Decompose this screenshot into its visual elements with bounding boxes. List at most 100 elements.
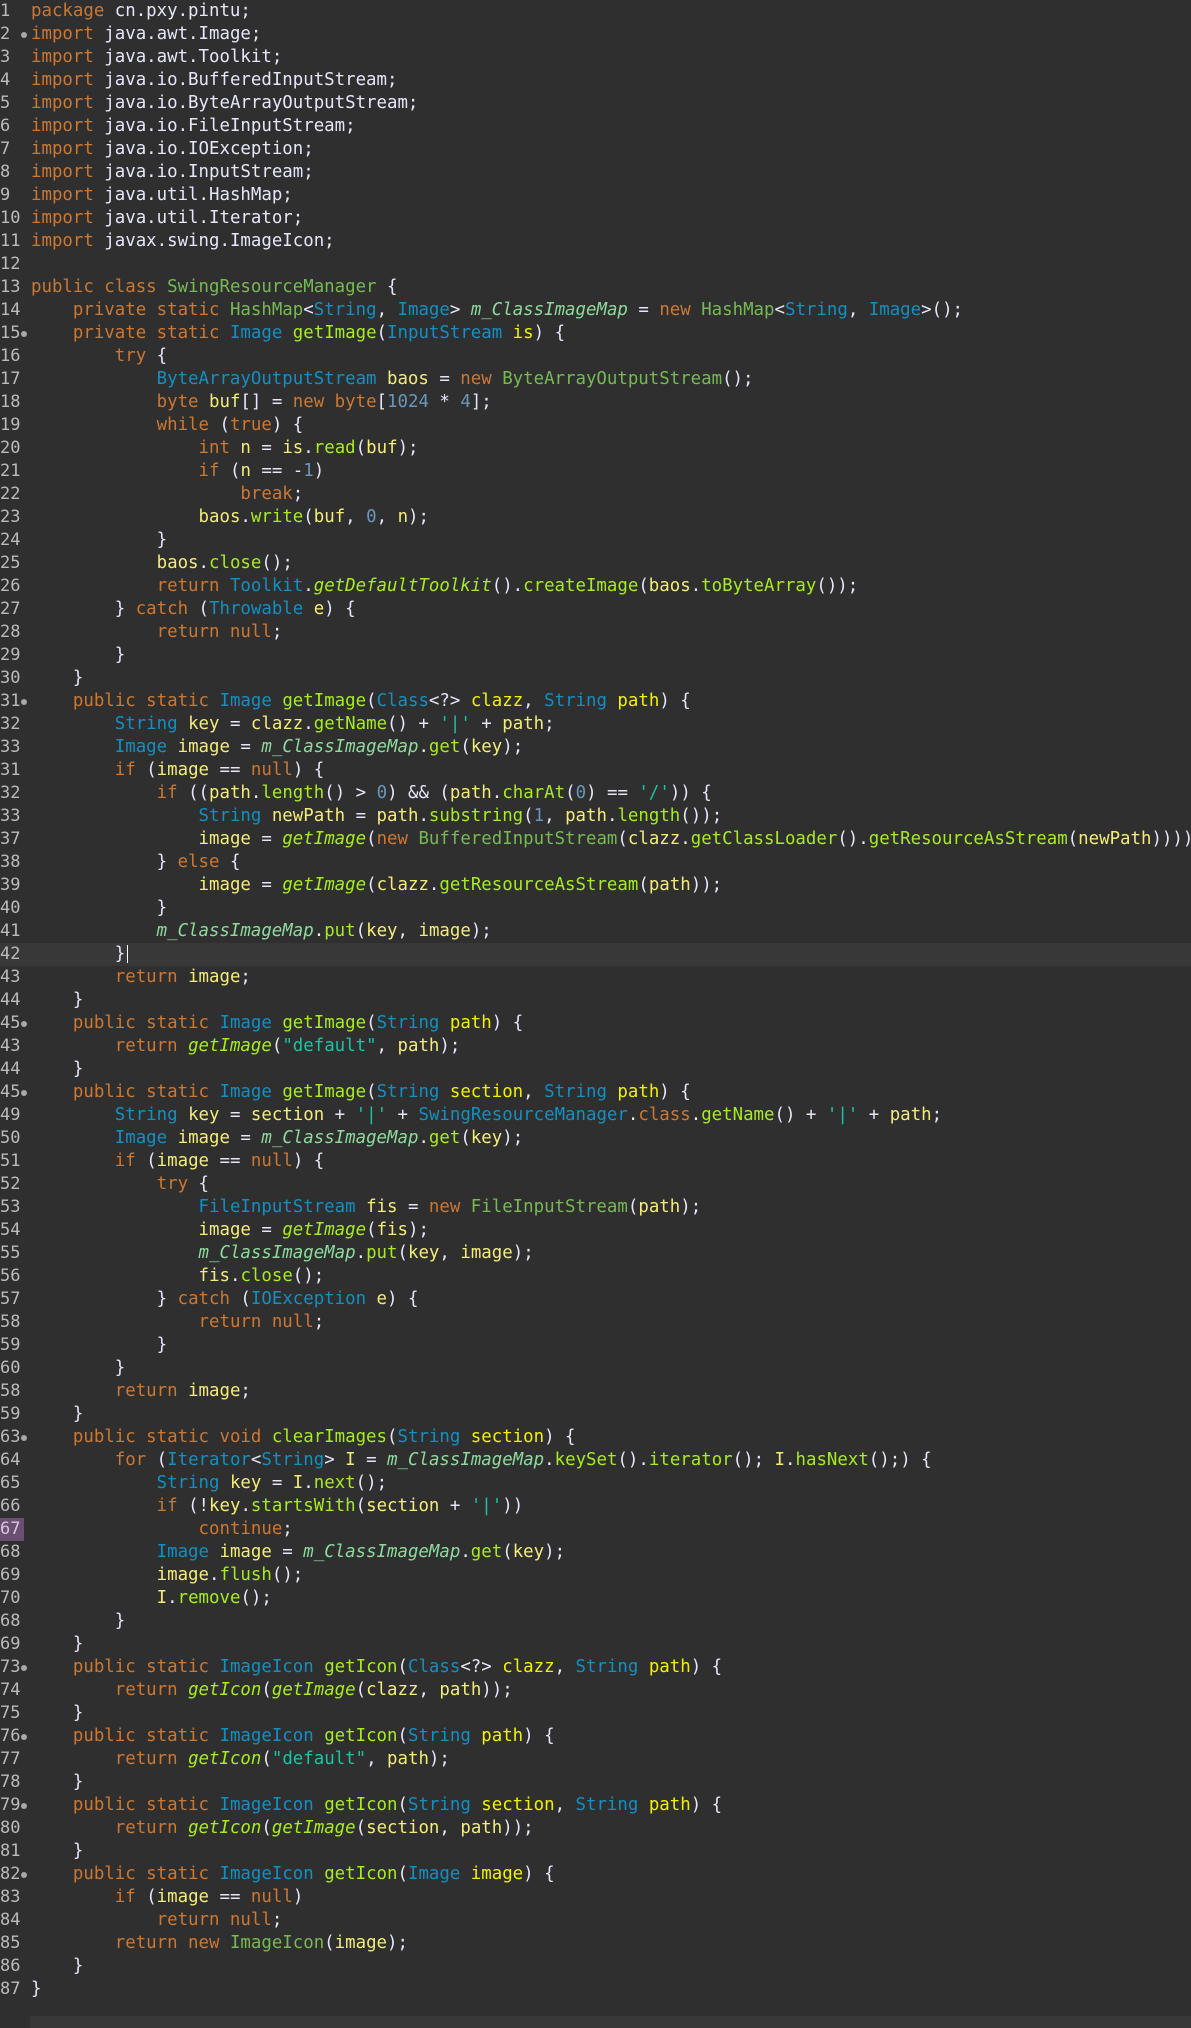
fold-marker-icon[interactable]: [21, 699, 27, 705]
code-line[interactable]: 67 continue;: [0, 1518, 1191, 1541]
code-line[interactable]: 29 }: [0, 644, 1191, 667]
code-line[interactable]: 75 }: [0, 1702, 1191, 1725]
code-line[interactable]: 38 } else {: [0, 851, 1191, 874]
fold-marker-icon[interactable]: [21, 1665, 27, 1671]
code-line[interactable]: 41 m_ClassImageMap.put(key, image);: [0, 920, 1191, 943]
code-line[interactable]: 32 if ((path.length() > 0) && (path.char…: [0, 782, 1191, 805]
code-line[interactable]: 79 public static ImageIcon getIcon(Strin…: [0, 1794, 1191, 1817]
code-line[interactable]: 87}: [0, 1978, 1191, 2001]
code-line[interactable]: 1 package cn.pxy.pintu;: [0, 0, 1191, 23]
code-line[interactable]: 85 return new ImageIcon(image);: [0, 1932, 1191, 1955]
code-line[interactable]: 43 return getImage("default", path);: [0, 1035, 1191, 1058]
code-line[interactable]: 37 image = getImage(new BufferedInputStr…: [0, 828, 1191, 851]
code-line[interactable]: 21 if (n == -1): [0, 460, 1191, 483]
code-line[interactable]: 70 I.remove();: [0, 1587, 1191, 1610]
code-line[interactable]: 7 import java.io.IOException;: [0, 138, 1191, 161]
code-line[interactable]: 16 try {: [0, 345, 1191, 368]
code-line[interactable]: 10 import java.util.Iterator;: [0, 207, 1191, 230]
code-line[interactable]: 3 import java.awt.Toolkit;: [0, 46, 1191, 69]
code-line[interactable]: 30 }: [0, 667, 1191, 690]
code-line[interactable]: 83 if (image == null): [0, 1886, 1191, 1909]
code-line[interactable]: 45 public static Image getImage(String p…: [0, 1012, 1191, 1035]
code-line[interactable]: 68 }: [0, 1610, 1191, 1633]
code-line[interactable]: 64 for (Iterator<String> I = m_ClassImag…: [0, 1449, 1191, 1472]
code-line[interactable]: 5 import java.io.ByteArrayOutputStream;: [0, 92, 1191, 115]
code-line[interactable]: 44 }: [0, 989, 1191, 1012]
code-line[interactable]: 26 return Toolkit.getDefaultToolkit().cr…: [0, 575, 1191, 598]
code-line[interactable]: 82 public static ImageIcon getIcon(Image…: [0, 1863, 1191, 1886]
horizontal-scrollbar[interactable]: [30, 2016, 1191, 2028]
code-line[interactable]: 55 m_ClassImageMap.put(key, image);: [0, 1242, 1191, 1265]
code-line[interactable]: 12: [0, 253, 1191, 276]
code-line[interactable]: 23 baos.write(buf, 0, n);: [0, 506, 1191, 529]
code-line[interactable]: 45 public static Image getImage(String s…: [0, 1081, 1191, 1104]
code-line[interactable]: 11 import javax.swing.ImageIcon;: [0, 230, 1191, 253]
code-line[interactable]: 57 } catch (IOException e) {: [0, 1288, 1191, 1311]
code-line[interactable]: 78 }: [0, 1771, 1191, 1794]
fold-marker-icon[interactable]: [21, 1803, 27, 1809]
code-line[interactable]: 81 }: [0, 1840, 1191, 1863]
code-line[interactable]: 22 break;: [0, 483, 1191, 506]
code-line[interactable]: 6 import java.io.FileInputStream;: [0, 115, 1191, 138]
code-line[interactable]: 33 Image image = m_ClassImageMap.get(key…: [0, 736, 1191, 759]
code-line[interactable]: 40 }: [0, 897, 1191, 920]
fold-marker-icon[interactable]: [21, 1090, 27, 1096]
code-line[interactable]: 69 }: [0, 1633, 1191, 1656]
code-line[interactable]: 66 if (!key.startsWith(section + '|')): [0, 1495, 1191, 1518]
code-line[interactable]: 86 }: [0, 1955, 1191, 1978]
code-line[interactable]: 76 public static ImageIcon getIcon(Strin…: [0, 1725, 1191, 1748]
fold-marker-icon[interactable]: [21, 1435, 27, 1441]
code-line[interactable]: 69 image.flush();: [0, 1564, 1191, 1587]
code-line[interactable]: 15 private static Image getImage(InputSt…: [0, 322, 1191, 345]
code-line[interactable]: 59 }: [0, 1334, 1191, 1357]
code-line[interactable]: 43 return image;: [0, 966, 1191, 989]
code-line[interactable]: 84 return null;: [0, 1909, 1191, 1932]
code-line[interactable]: 14 private static HashMap<String, Image>…: [0, 299, 1191, 322]
code-line[interactable]: 27 } catch (Throwable e) {: [0, 598, 1191, 621]
code-line[interactable]: 32 String key = clazz.getName() + '|' + …: [0, 713, 1191, 736]
code-line[interactable]: 68 Image image = m_ClassImageMap.get(key…: [0, 1541, 1191, 1564]
code-line[interactable]: 51 if (image == null) {: [0, 1150, 1191, 1173]
code-line[interactable]: 60 }: [0, 1357, 1191, 1380]
code-line[interactable]: 44 }: [0, 1058, 1191, 1081]
fold-marker-icon[interactable]: [21, 331, 27, 337]
code-line[interactable]: 58 return image;: [0, 1380, 1191, 1403]
code-line[interactable]: 52 try {: [0, 1173, 1191, 1196]
code-line[interactable]: 9 import java.util.HashMap;: [0, 184, 1191, 207]
code-editor[interactable]: 1 package cn.pxy.pintu; 2 import java.awt.I…: [0, 0, 1191, 2028]
code-line[interactable]: 53 FileInputStream fis = new FileInputSt…: [0, 1196, 1191, 1219]
fold-marker-icon[interactable]: [21, 32, 27, 38]
code-line[interactable]: 77 return getIcon("default", path);: [0, 1748, 1191, 1771]
code-line[interactable]: 65 String key = I.next();: [0, 1472, 1191, 1495]
code-line[interactable]: 31 public static Image getImage(Class<?>…: [0, 690, 1191, 713]
code-line[interactable]: 24 }: [0, 529, 1191, 552]
code-line[interactable]: 56 fis.close();: [0, 1265, 1191, 1288]
code-line[interactable]: 8 import java.io.InputStream;: [0, 161, 1191, 184]
code-line[interactable]: 2 import java.awt.Image;: [0, 23, 1191, 46]
code-line[interactable]: 20 int n = is.read(buf);: [0, 437, 1191, 460]
code-line[interactable]: 39 image = getImage(clazz.getResourceAsS…: [0, 874, 1191, 897]
code-line[interactable]: 18 byte buf[] = new byte[1024 * 4];: [0, 391, 1191, 414]
code-line[interactable]: 28 return null;: [0, 621, 1191, 644]
code-line[interactable]: 80 return getIcon(getImage(section, path…: [0, 1817, 1191, 1840]
code-line[interactable]: 33 String newPath = path.substring(1, pa…: [0, 805, 1191, 828]
code-line[interactable]: 63 public static void clearImages(String…: [0, 1426, 1191, 1449]
code-line[interactable]: 4 import java.io.BufferedInputStream;: [0, 69, 1191, 92]
code-line[interactable]: 17 ByteArrayOutputStream baos = new Byte…: [0, 368, 1191, 391]
code-line[interactable]: 49 String key = section + '|' + SwingRes…: [0, 1104, 1191, 1127]
code-line[interactable]: 58 return null;: [0, 1311, 1191, 1334]
code-line[interactable]: 74 return getIcon(getImage(clazz, path))…: [0, 1679, 1191, 1702]
fold-marker-icon[interactable]: [21, 1734, 27, 1740]
code-line[interactable]: 54 image = getImage(fis);: [0, 1219, 1191, 1242]
code-line[interactable]: 13 public class SwingResourceManager {: [0, 276, 1191, 299]
code-line[interactable]: 73 public static ImageIcon getIcon(Class…: [0, 1656, 1191, 1679]
code-line[interactable]: 25 baos.close();: [0, 552, 1191, 575]
fold-marker-icon[interactable]: [21, 1872, 27, 1878]
code-line[interactable]: 59 }: [0, 1403, 1191, 1426]
code-line[interactable]: 31 if (image == null) {: [0, 759, 1191, 782]
code-line[interactable]: 42 }: [0, 943, 1191, 966]
code-line[interactable]: 50 Image image = m_ClassImageMap.get(key…: [0, 1127, 1191, 1150]
code-line[interactable]: 19 while (true) {: [0, 414, 1191, 437]
fold-marker-icon[interactable]: [21, 1021, 27, 1027]
